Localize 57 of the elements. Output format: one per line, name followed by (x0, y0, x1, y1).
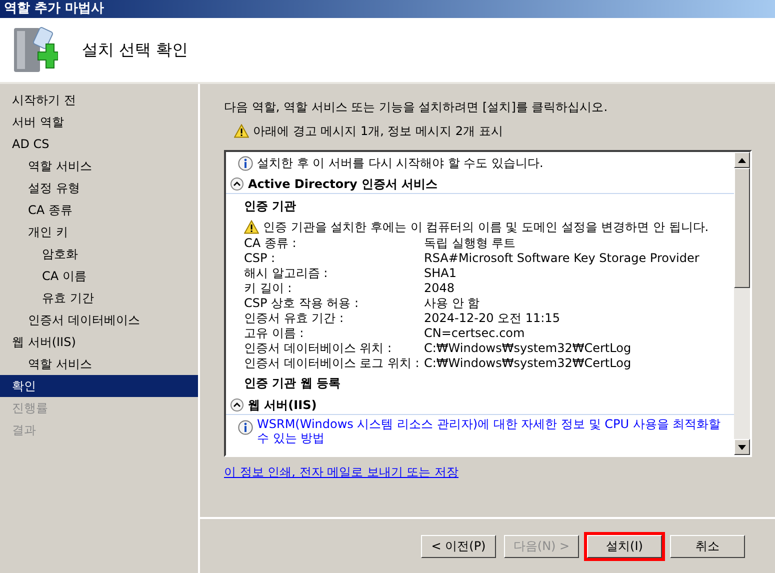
property-value: RSA#Microsoft Software Key Storage Provider (424, 251, 700, 266)
warning-message: 인증 기관을 설치한 후에는 이 컴퓨터의 이름 및 도메인 설정을 변경하면 안 됩니다. (263, 219, 709, 236)
property-label: CA 종류 : (244, 236, 298, 251)
property-label: 인증서 데이터베이스 위치 : (244, 341, 392, 356)
scrollbar[interactable] (734, 152, 750, 455)
property-label: 인증서 유효 기간 : (244, 311, 344, 326)
warning-icon (234, 124, 249, 138)
sidebar-item[interactable]: 역할 서비스 (0, 353, 198, 375)
summary-text: 아래에 경고 메시지 1개, 정보 메시지 2개 표시 (253, 123, 503, 140)
info-icon (238, 420, 253, 435)
scroll-thumb[interactable] (734, 168, 750, 288)
sidebar-item[interactable]: CA 이름 (0, 265, 198, 287)
sidebar-item[interactable]: 설정 유형 (0, 177, 198, 199)
warning-icon (244, 220, 259, 234)
property-label: 해시 알고리즘 : (244, 266, 329, 281)
sidebar-item[interactable]: 시작하기 전 (0, 89, 198, 111)
sidebar-item[interactable]: AD CS (0, 133, 198, 155)
property-value: SHA1 (424, 266, 456, 281)
property-label: 고유 이름 : (244, 326, 305, 341)
property-value: 2048 (424, 281, 455, 296)
title-bar: 역할 추가 마법사 (0, 0, 775, 18)
property-label: 인증서 데이터베이스 로그 위치 : (244, 356, 420, 371)
info-icon (238, 156, 253, 170)
property-value: 독립 실행형 루트 (424, 236, 516, 251)
sidebar-item[interactable]: 역할 서비스 (0, 155, 198, 177)
property-value: C:₩Windows₩system32₩CertLog (424, 356, 632, 371)
instruction-text: 다음 역할, 역할 서비스 또는 기능을 설치하려면 [설치]를 클릭하십시오. (224, 99, 609, 116)
wizard-button[interactable]: < 이전(P) (421, 534, 496, 558)
section-heading: Active Directory 인증서 서비스 (248, 176, 438, 192)
subheading: 인증 기관 (244, 199, 296, 213)
sidebar-item[interactable]: 암호화 (0, 243, 198, 265)
property-value: C:₩Windows₩system32₩CertLog (424, 341, 632, 356)
property-value: 사용 안 함 (424, 296, 480, 311)
sidebar-item[interactable]: 서버 역할 (0, 111, 198, 133)
sidebar-item[interactable]: 웹 서버(IIS) (0, 331, 198, 353)
property-label: 키 길이 : (244, 281, 293, 296)
collapse-icon[interactable] (230, 176, 244, 190)
property-value: CN=certsec.com (424, 326, 525, 341)
scroll-down-icon[interactable] (734, 439, 750, 455)
sidebar-item[interactable]: 인증서 데이터베이스 (0, 309, 198, 331)
sidebar-item[interactable]: 개인 키 (0, 221, 198, 243)
info-message: 설치한 후 이 서버를 다시 시작해야 할 수도 있습니다. (257, 155, 544, 172)
server-add-icon (12, 25, 58, 75)
sidebar-item[interactable]: CA 종류 (0, 199, 198, 221)
section-heading: 웹 서버(IIS) (248, 396, 317, 414)
sidebar-item[interactable]: 확인 (0, 375, 198, 397)
scroll-up-icon[interactable] (734, 152, 750, 168)
info-link[interactable]: WSRM(Windows 시스템 리소스 관리자)에 대한 자세한 정보 및 CPU 사용을 최적화할 수 있는 방법 (257, 417, 734, 445)
property-label: CSP : (244, 251, 276, 266)
sidebar-item[interactable]: 유효 기간 (0, 287, 198, 309)
subheading: 인증 기관 웹 등록 (244, 376, 341, 390)
page-heading: 설치 선택 확인 (82, 39, 188, 61)
print-email-save-link[interactable]: 이 정보 인쇄, 전자 메일로 보내기 또는 저장 (224, 463, 459, 481)
wizard-button[interactable]: 취소 (670, 534, 745, 558)
collapse-icon[interactable] (230, 398, 244, 412)
property-label: CSP 상호 작용 허용 : (244, 296, 360, 311)
property-value: 2024-12-20 오전 11:15 (424, 311, 560, 326)
